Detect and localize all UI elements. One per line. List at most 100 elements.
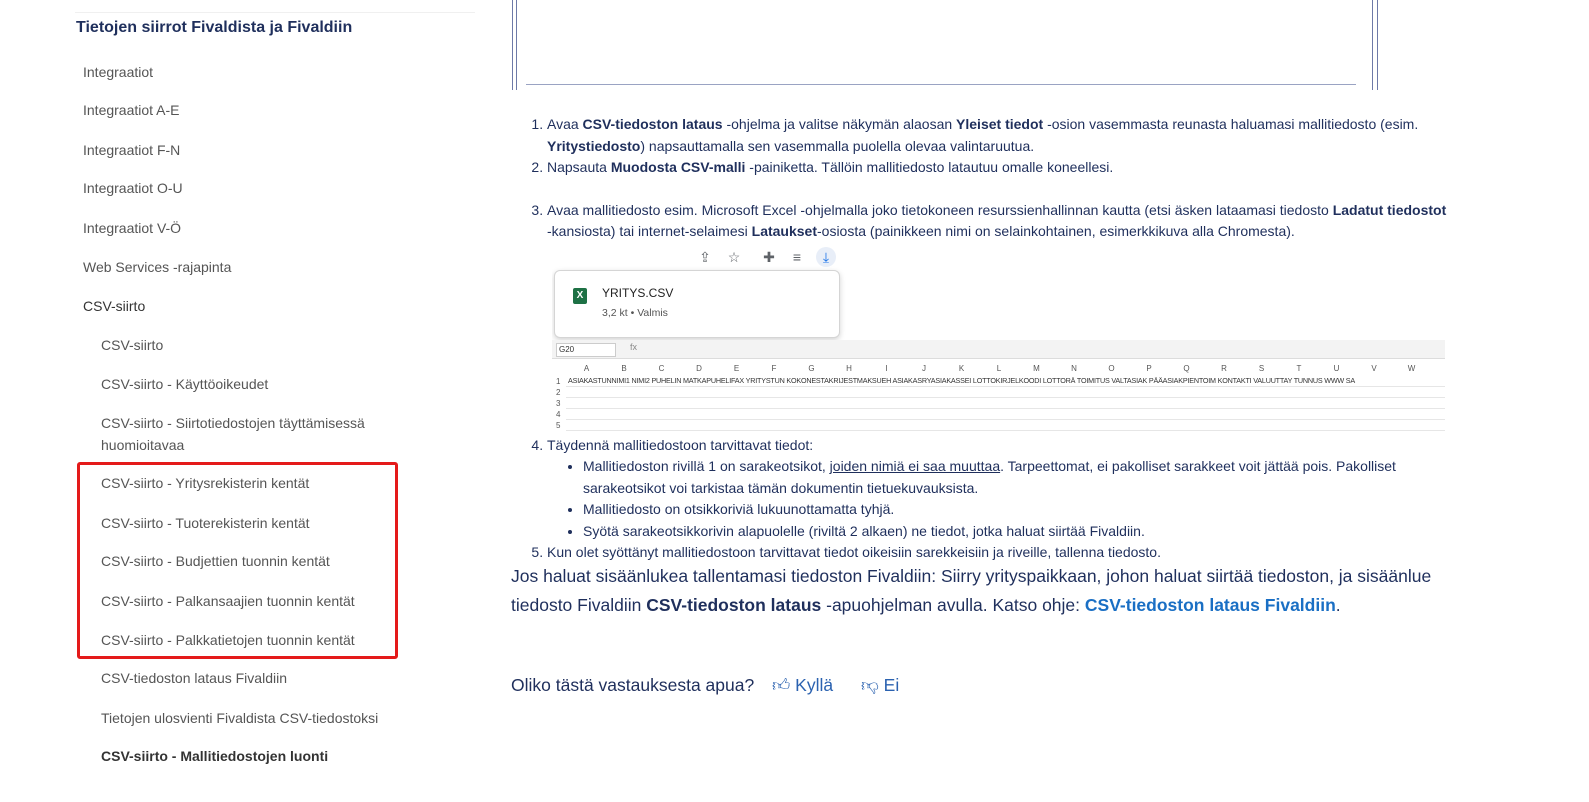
- yes-button[interactable]: 👍︎ Kyllä: [772, 675, 833, 696]
- sidebar-item-siirtotiedostot[interactable]: CSV-siirto - Siirtotiedostojen täyttämis…: [101, 412, 421, 456]
- sidebar-item-kayttooikeudet[interactable]: CSV-siirto - Käyttöoikeudet: [101, 373, 421, 395]
- step-text: Napsauta: [547, 159, 611, 175]
- formula-bar: G20 fx: [552, 340, 1445, 359]
- spreadsheet-preview: G20 fx A B C D E F G H I J K L M N O P Q R S T U V W 1 2 3 4 5 ASI…: [552, 340, 1445, 434]
- column-header: B: [621, 364, 627, 373]
- step-emphasis: Lataukset: [751, 223, 817, 239]
- grid-line: [566, 419, 1445, 420]
- column-header: A: [583, 364, 590, 373]
- column-header: J: [922, 364, 926, 373]
- fx-label: fx: [630, 342, 638, 352]
- step-emphasis: Muodosta CSV-malli: [610, 159, 746, 175]
- step-text: ) napsauttamalla sen vasemmalla puolella…: [640, 137, 1035, 154]
- yes-label: Kyllä: [795, 675, 834, 695]
- sidebar-item-integraatiot-v-o[interactable]: Integraatiot V-Ö: [83, 217, 181, 239]
- media-icon: ≡: [792, 249, 802, 265]
- step-text: -painiketta. Tällöin mallitiedosto latau…: [745, 159, 1114, 175]
- row-header: 4: [556, 410, 561, 419]
- column-header: S: [1258, 364, 1265, 373]
- example-screenshot: ⇪ ☆ ✚ ≡ ⤓ X YRITYS.CSV 3,2 kt • Valmis G…: [552, 242, 1445, 434]
- no-button[interactable]: 👎︎ Ei: [861, 675, 899, 696]
- paragraph-text: .: [1335, 594, 1341, 615]
- column-header: C: [658, 364, 665, 373]
- download-icon: ⤓: [816, 247, 836, 267]
- frame-left-edge-inner: [516, 0, 517, 90]
- paragraph-text: -apuohjelman avulla. Katso ohje:: [821, 594, 1085, 615]
- frame-right-edge-inner: [1372, 0, 1373, 90]
- step-text: Avaa mallitiedosto esim. Microsoft Excel…: [547, 201, 1333, 218]
- thumbs-down-icon: 👎︎: [861, 675, 879, 695]
- sidebar-item-integraatiot-a-e[interactable]: Integraatiot A-E: [83, 99, 180, 121]
- cell-reference: G20: [556, 343, 616, 357]
- step-1: Avaa CSV-tiedoston lataus -ohjelma ja va…: [547, 114, 1452, 157]
- step-text: Täydennä mallitiedostoon tarvittavat tie…: [547, 436, 814, 453]
- column-header: U: [1333, 364, 1340, 373]
- step-2: Napsauta Muodosta CSV-malli -painiketta.…: [547, 157, 1452, 179]
- row-header: 2: [556, 388, 561, 397]
- step-text: -ohjelma ja valitse näkymän alaosan: [722, 116, 957, 132]
- bullet-2: Mallitiedosto on otsikkoriviä lukuunotta…: [583, 499, 1452, 521]
- frame-left-edge: [512, 0, 513, 90]
- sidebar-item-csv-siirto[interactable]: CSV-siirto: [101, 334, 421, 356]
- download-file-name: YRITYS.CSV: [602, 286, 674, 300]
- step-text: Avaa: [547, 116, 583, 132]
- sidebar-item-web-services[interactable]: Web Services -rajapinta: [83, 256, 231, 278]
- column-header: N: [1071, 364, 1077, 373]
- column-header: W: [1407, 364, 1416, 373]
- help-link[interactable]: CSV-tiedoston lataus Fivaldiin: [1085, 595, 1336, 615]
- sidebar-item-ulosvienti[interactable]: Tietojen ulosvienti Fivaldista CSV-tiedo…: [101, 707, 421, 729]
- extension-icon: ✚: [763, 249, 775, 265]
- column-header: P: [1146, 364, 1152, 373]
- download-popup: X YRITYS.CSV 3,2 kt • Valmis: [554, 270, 840, 338]
- download-file-meta: 3,2 kt • Valmis: [602, 307, 668, 319]
- sidebar-nav: Tietojen siirrot Fivaldista ja Fivaldiin…: [0, 0, 480, 802]
- sidebar-item-mallitiedostot-active[interactable]: CSV-siirto - Mallitiedostojen luonti: [101, 745, 421, 767]
- column-header: F: [771, 364, 777, 373]
- column-header: V: [1371, 364, 1377, 373]
- feedback-question: Oliko tästä vastauksesta apua?: [511, 675, 755, 695]
- header-row-cells: ASIAKASTUNNIMI1 NIMI2 PUHELIN MATKAPUHEL…: [568, 376, 1355, 385]
- thumbs-up-icon: 👍︎: [772, 675, 791, 695]
- step-4-bullets: Mallitiedoston rivillä 1 on sarakeotsiko…: [547, 456, 1452, 542]
- column-header: E: [733, 364, 740, 373]
- underlined-text: joiden nimiä ei saa muuttaa: [829, 458, 1001, 474]
- paragraph-emphasis: CSV-tiedoston lataus: [646, 594, 822, 615]
- frame-right-edge: [1377, 0, 1378, 90]
- sidebar-title[interactable]: Tietojen siirrot Fivaldista ja Fivaldiin: [76, 19, 352, 37]
- sidebar-item-csv-lataus[interactable]: CSV-tiedoston lataus Fivaldiin: [101, 667, 421, 689]
- row-header: 5: [556, 421, 561, 430]
- step-emphasis: Ladatut tiedostot: [1332, 201, 1447, 218]
- grid-line: [566, 397, 1445, 398]
- step-3: Avaa mallitiedosto esim. Microsoft Excel…: [547, 200, 1452, 243]
- step-emphasis: Yleiset tiedot: [956, 116, 1044, 132]
- browser-toolbar: ⇪ ☆ ✚ ≡ ⤓: [552, 242, 1445, 272]
- step-text: -osiosta (painikkeen nimi on selainkohta…: [817, 223, 1295, 239]
- sidebar-item-csv-siirto-group[interactable]: CSV-siirto: [83, 295, 145, 317]
- column-header: H: [846, 364, 852, 373]
- column-header: L: [996, 364, 1002, 373]
- row-header: 3: [556, 399, 561, 408]
- column-header: Q: [1183, 364, 1190, 373]
- bullet-text: Mallitiedoston rivillä 1 on sarakeotsiko…: [583, 458, 830, 474]
- grid-line: [566, 430, 1445, 431]
- embedded-image-frame: [512, 0, 1378, 90]
- column-header: O: [1108, 364, 1115, 373]
- highlight-box: [77, 462, 398, 659]
- step-emphasis: Yritystiedosto: [547, 137, 641, 154]
- column-header: K: [958, 364, 965, 373]
- row-header: 1: [556, 377, 561, 386]
- sidebar-item-integraatiot-o-u[interactable]: Integraatiot O-U: [83, 177, 183, 199]
- no-label: Ei: [883, 675, 900, 695]
- grid-line: [566, 408, 1445, 409]
- bullet-1: Mallitiedoston rivillä 1 on sarakeotsiko…: [583, 456, 1452, 499]
- grid-line: [566, 386, 1445, 387]
- divider: [75, 12, 475, 13]
- import-instructions: Jos haluat sisäänlukea tallentamasi tied…: [511, 562, 1451, 619]
- column-header: T: [1296, 364, 1302, 373]
- sidebar-item-integraatiot[interactable]: Integraatiot: [83, 61, 153, 83]
- step-5: Kun olet syöttänyt mallitiedostoon tarvi…: [547, 542, 1452, 564]
- sidebar-item-integraatiot-f-n[interactable]: Integraatiot F-N: [83, 139, 180, 161]
- step-text: -osion vasemmasta reunasta haluamasi mal…: [1043, 116, 1419, 132]
- step-4: Täydennä mallitiedostoon tarvittavat tie…: [547, 435, 1452, 543]
- column-header: M: [1033, 364, 1040, 373]
